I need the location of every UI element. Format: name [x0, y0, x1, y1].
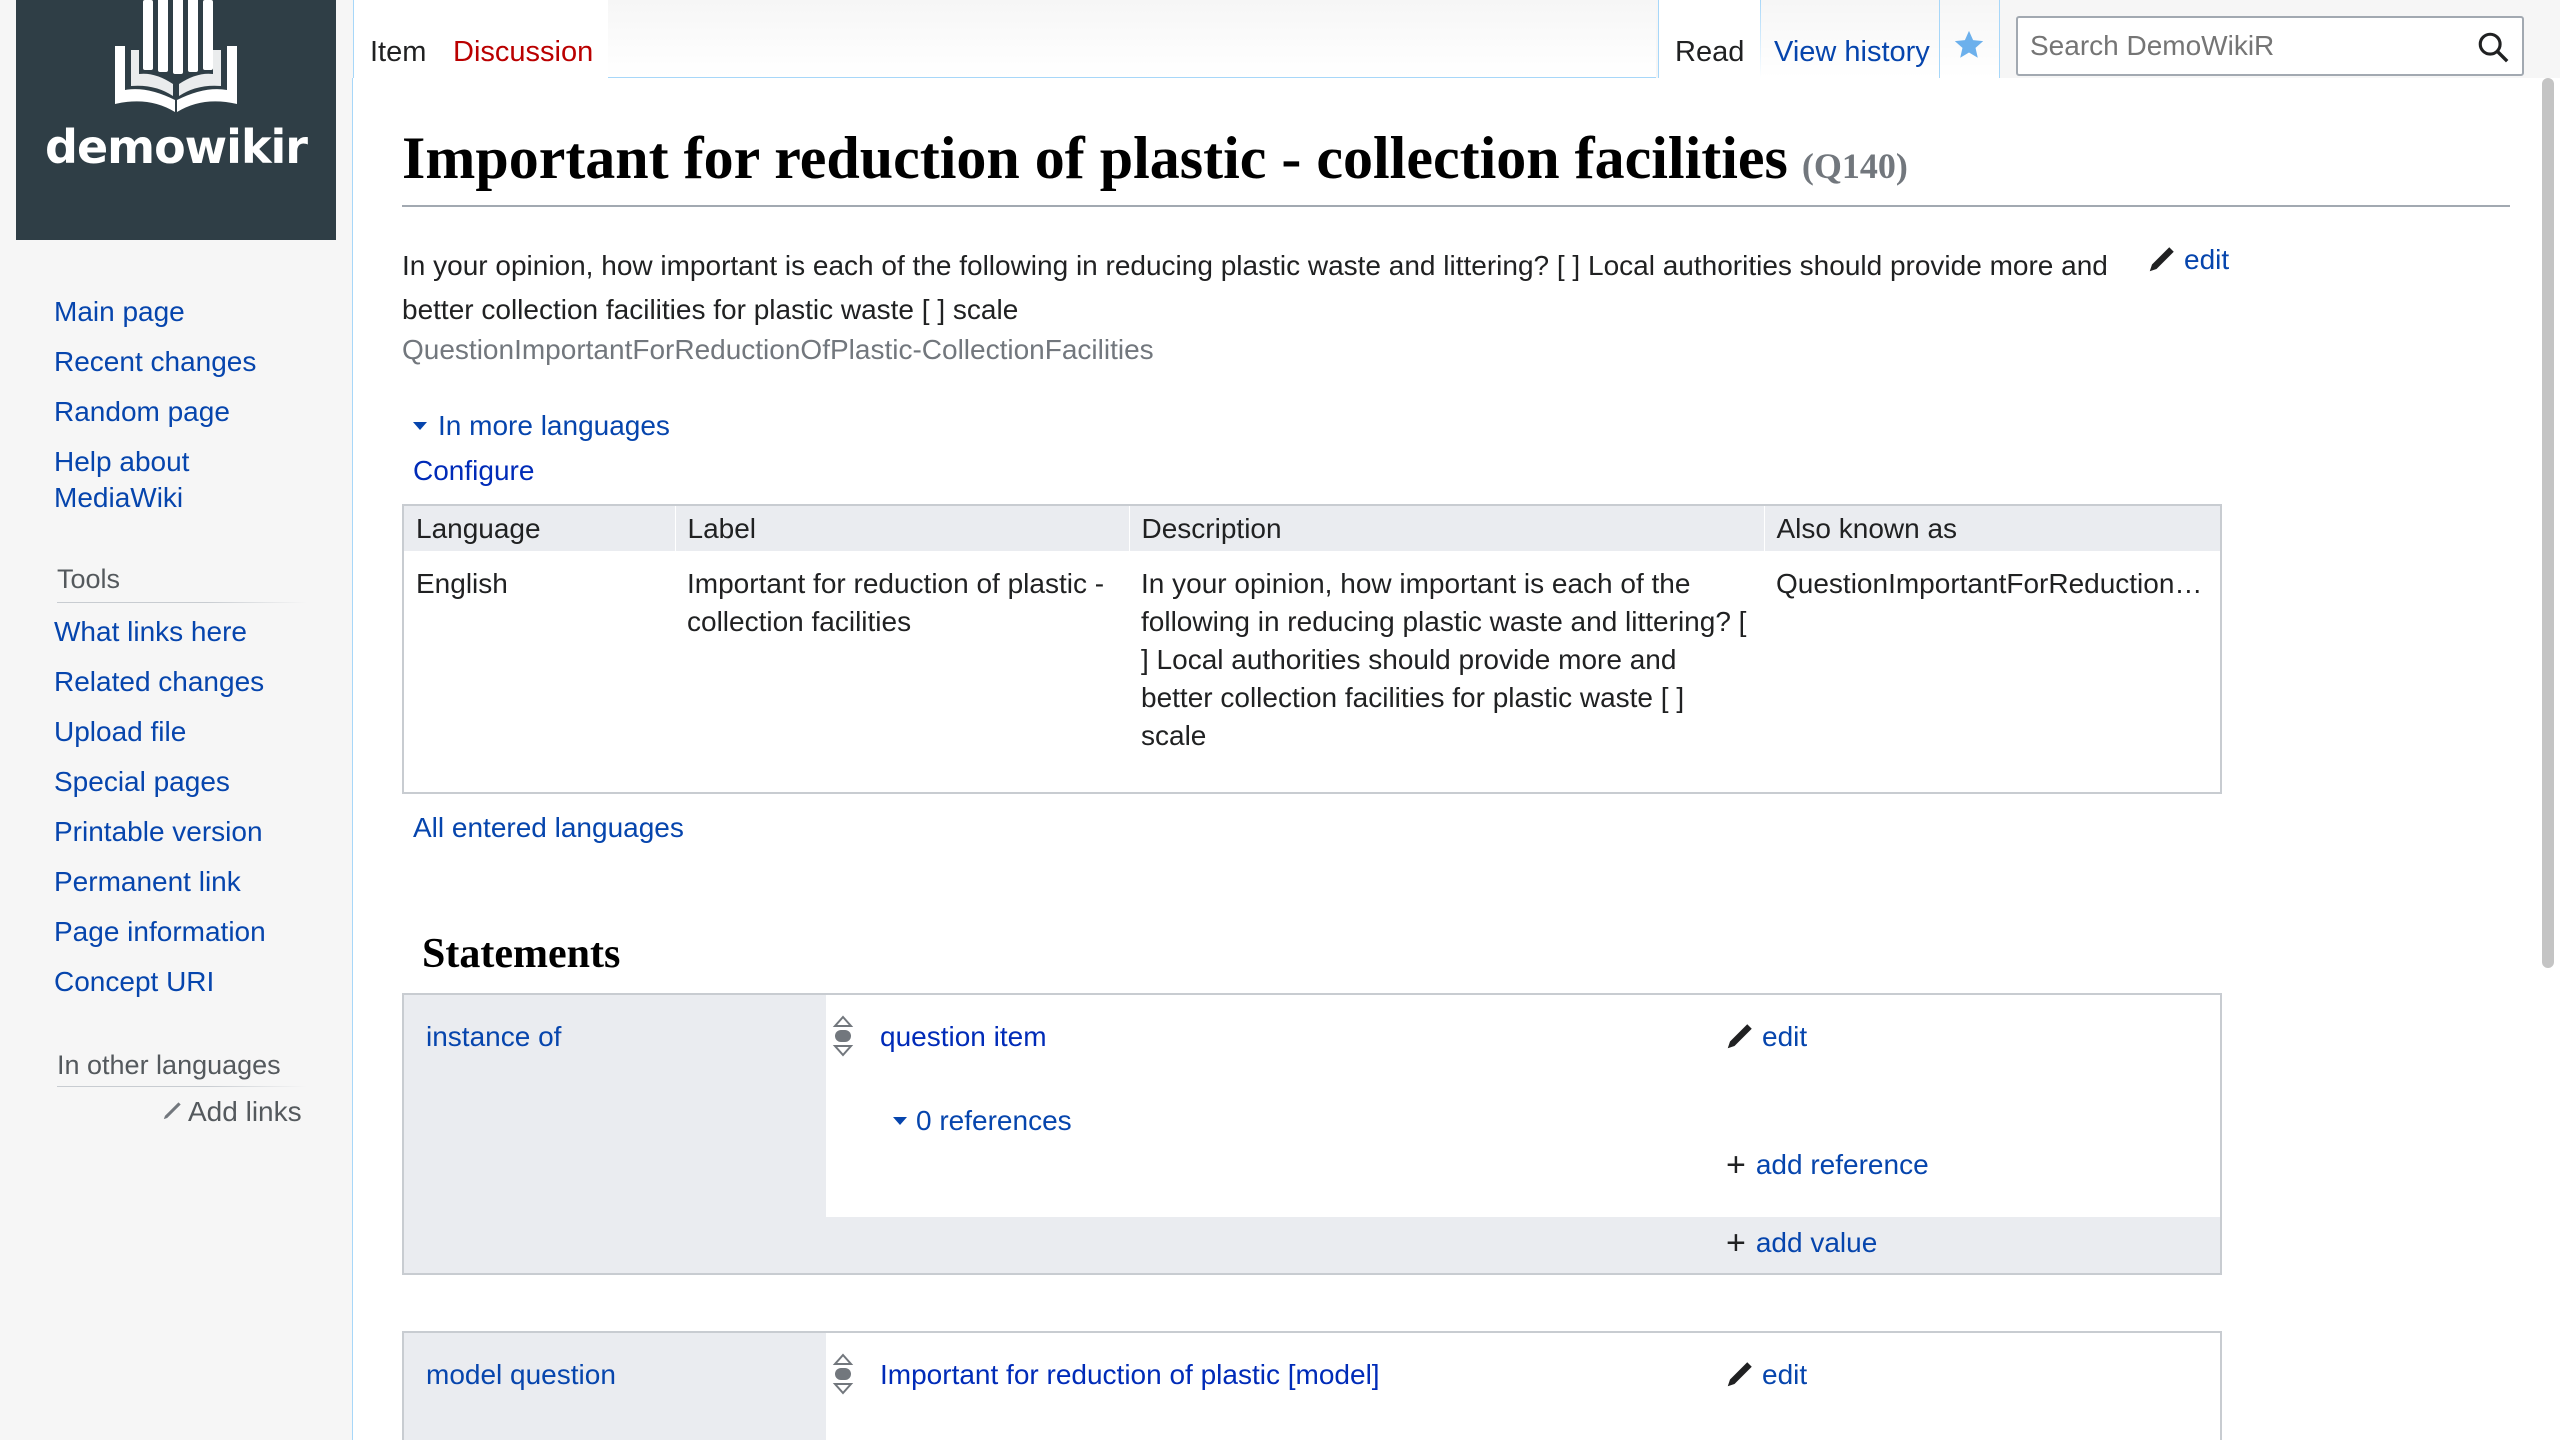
tab-read-label: Read	[1675, 36, 1745, 68]
add-links-label: Add links	[188, 1096, 302, 1127]
add-value-button[interactable]: + add value	[1726, 1224, 1878, 1262]
all-entered-languages-link[interactable]: All entered languages	[413, 812, 684, 844]
triangle-down-icon	[413, 422, 427, 430]
add-value-label: add value	[1755, 1227, 1878, 1258]
rank-normal-icon[interactable]	[832, 1015, 854, 1062]
statement-property[interactable]: model question	[426, 1359, 616, 1391]
nav-random-page[interactable]: Random page	[54, 396, 230, 427]
tab-read[interactable]: Read	[1658, 0, 1762, 78]
statement-edit-label: edit	[1762, 1021, 1808, 1052]
tools-concept-uri[interactable]: Concept URI	[54, 966, 214, 997]
watch-star-button[interactable]	[1940, 0, 2000, 78]
cell-language: English	[416, 568, 508, 599]
more-languages-toggle[interactable]: In more languages	[412, 410, 670, 442]
tab-bar-spacer	[608, 0, 1656, 78]
statements-heading: Statements	[422, 931, 621, 977]
nav-help[interactable]: Help about MediaWiki	[54, 446, 189, 513]
add-reference-label: add reference	[1755, 1149, 1929, 1180]
statement-value[interactable]: Important for reduction of plastic [mode…	[880, 1359, 1380, 1391]
tab-view-history[interactable]: View history	[1758, 0, 1940, 78]
page-qid: (Q140)	[1801, 146, 1908, 186]
plus-icon: +	[1726, 1146, 1746, 1184]
nav-main-page[interactable]: Main page	[54, 296, 185, 327]
search-input[interactable]	[2030, 30, 2450, 62]
tools-portal: What links here Related changes Upload f…	[54, 614, 266, 1014]
tools-upload-file[interactable]: Upload file	[54, 716, 186, 747]
tab-view-history-label: View history	[1774, 36, 1930, 68]
statement-body: question item edit 0 references + add re…	[826, 995, 2220, 1217]
pencil-icon	[2149, 247, 2174, 272]
add-links-button[interactable]: Add links	[160, 1096, 302, 1128]
tools-what-links-here[interactable]: What links here	[54, 616, 247, 647]
logo-text: demowikir	[45, 120, 308, 174]
other-languages-heading: In other languages	[57, 1050, 281, 1080]
book-logo-icon	[115, 0, 237, 112]
search-icon	[2478, 32, 2509, 63]
nav-recent-changes[interactable]: Recent changes	[54, 346, 256, 377]
nav-help-line1: Help about	[54, 446, 190, 477]
navigation-portal: Main page Recent changes Random page Hel…	[54, 294, 256, 530]
references-label: 0 references	[916, 1105, 1072, 1136]
col-label: Label	[675, 505, 1130, 551]
tab-item[interactable]: Item	[353, 0, 444, 78]
statement-property[interactable]: instance of	[426, 1021, 561, 1053]
statement-group: instance of question item edit 0 referen…	[402, 993, 2222, 1275]
statement-edit-button[interactable]: edit	[1724, 1021, 1807, 1053]
tab-item-label: Item	[370, 36, 427, 68]
content-border	[352, 78, 353, 1440]
plus-icon: +	[1726, 1224, 1746, 1262]
statement-body: Important for reduction of plastic [mode…	[826, 1333, 2220, 1440]
search-button[interactable]	[2476, 30, 2510, 69]
pencil-icon	[1727, 1024, 1752, 1049]
cell-description: In your opinion, how important is each o…	[1141, 568, 1747, 751]
col-language: Language	[403, 505, 676, 551]
tools-divider	[57, 602, 307, 603]
description-edit-button[interactable]: edit	[2142, 244, 2230, 276]
star-icon	[1954, 30, 1984, 58]
statement-group: model question Important for reduction o…	[402, 1331, 2222, 1440]
item-alias: QuestionImportantForReductionOfPlastic-C…	[402, 334, 1154, 365]
tools-printable-version[interactable]: Printable version	[54, 816, 263, 847]
configure-languages-link[interactable]: Configure	[413, 455, 534, 487]
col-description: Description	[1129, 505, 1765, 551]
tools-related-changes[interactable]: Related changes	[54, 666, 264, 697]
site-logo[interactable]: demowikir	[16, 0, 336, 240]
scrollbar-thumb[interactable]	[2542, 78, 2554, 968]
search-box	[2016, 16, 2524, 76]
pencil-icon	[163, 1102, 181, 1120]
more-languages-label: In more languages	[438, 410, 670, 441]
page-title-label: Important for reduction of plastic - col…	[402, 125, 1788, 191]
statement-value[interactable]: question item	[880, 1021, 1047, 1053]
tab-discussion-label: Discussion	[453, 36, 594, 68]
references-toggle[interactable]: 0 references	[892, 1105, 1072, 1137]
pencil-icon	[1727, 1362, 1752, 1387]
add-reference-button[interactable]: + add reference	[1726, 1146, 1929, 1184]
tools-heading: Tools	[57, 564, 121, 594]
description-edit-label: edit	[2184, 244, 2230, 275]
triangle-down-icon	[893, 1117, 907, 1125]
tools-page-information[interactable]: Page information	[54, 916, 266, 947]
page-title: Important for reduction of plastic - col…	[402, 124, 2510, 207]
cell-aliases: QuestionImportantForReduction…	[1776, 568, 2203, 599]
other-languages-divider	[57, 1086, 307, 1087]
tools-permanent-link[interactable]: Permanent link	[54, 866, 241, 897]
tools-special-pages[interactable]: Special pages	[54, 766, 230, 797]
tab-discussion[interactable]: Discussion	[437, 0, 609, 78]
item-description: In your opinion, how important is each o…	[402, 250, 2108, 325]
table-row: English Important for reduction of plast…	[403, 551, 2221, 793]
rank-normal-icon[interactable]	[832, 1353, 854, 1400]
cell-label: Important for reduction of plastic - col…	[687, 568, 1105, 637]
statement-edit-button[interactable]: edit	[1724, 1359, 1807, 1391]
col-aliases: Also known as	[1764, 505, 2222, 551]
statement-edit-label: edit	[1762, 1359, 1808, 1390]
languages-table: Language Label Description Also known as…	[402, 504, 2222, 794]
nav-help-line2: MediaWiki	[54, 482, 184, 513]
